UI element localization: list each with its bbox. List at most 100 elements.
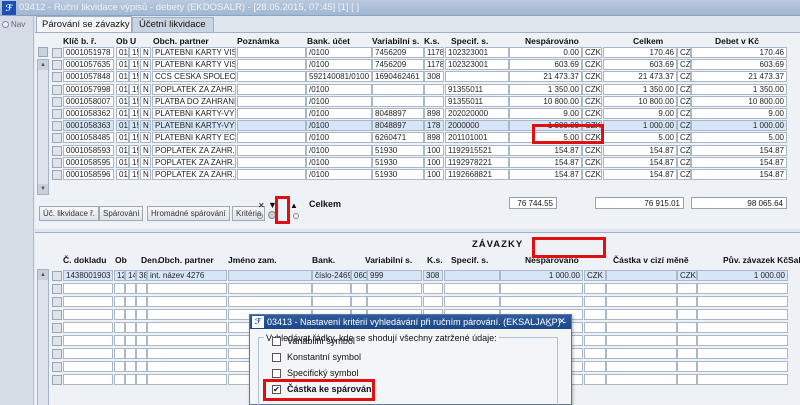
- table-cell[interactable]: 15: [129, 83, 139, 95]
- col-header-debet[interactable]: Debet v Kč: [715, 36, 759, 46]
- table-cell[interactable]: 15: [129, 59, 139, 71]
- table-cell[interactable]: POPLATEK ZA ZAHR.: [152, 169, 236, 180]
- table-cell[interactable]: [237, 156, 306, 168]
- table-cell[interactable]: [63, 348, 113, 359]
- table-cell[interactable]: 154.87: [509, 156, 582, 168]
- table-cell[interactable]: 15: [129, 71, 139, 83]
- table-cell[interactable]: CZK: [582, 95, 602, 107]
- table-cell[interactable]: [677, 361, 697, 372]
- table-cell[interactable]: [372, 83, 424, 95]
- table-cell[interactable]: [147, 361, 227, 372]
- row-select-button[interactable]: [52, 133, 62, 144]
- table-cell[interactable]: 1 000.00: [500, 270, 583, 281]
- table-cell[interactable]: 5.00: [691, 132, 787, 144]
- table-cell[interactable]: [237, 108, 306, 119]
- table-cell[interactable]: 201101001: [445, 132, 509, 144]
- table-cell[interactable]: [114, 335, 125, 346]
- checkbox-konstantni[interactable]: [272, 353, 281, 362]
- table-cell[interactable]: [584, 283, 606, 294]
- row-select-button[interactable]: [52, 48, 62, 58]
- table-cell[interactable]: 51930: [372, 169, 424, 180]
- table-cell[interactable]: 0001058593: [63, 144, 114, 156]
- table-cell[interactable]: [136, 335, 147, 346]
- table-cell[interactable]: [237, 169, 306, 180]
- col-header-variabilni[interactable]: Variabilní s.: [372, 36, 419, 46]
- table-cell[interactable]: [237, 59, 306, 71]
- table-cell[interactable]: [606, 270, 677, 281]
- table-cell[interactable]: 0001058362: [63, 108, 114, 119]
- table-cell[interactable]: /0100: [306, 144, 372, 156]
- table-cell[interactable]: [237, 132, 306, 144]
- row-select-button[interactable]: [52, 72, 62, 83]
- table-cell[interactable]: 01: [116, 83, 129, 95]
- table-cell[interactable]: 898: [424, 108, 444, 119]
- table-cell[interactable]: 592140081/0100: [306, 71, 372, 83]
- table-cell[interactable]: [147, 309, 227, 320]
- table-cell[interactable]: 154.87: [603, 156, 677, 168]
- table-cell[interactable]: [228, 283, 312, 294]
- table-cell[interactable]: CZK: [677, 71, 691, 83]
- table-cell[interactable]: [584, 335, 606, 346]
- top-grid-scrollbar[interactable]: ▲ ▼: [37, 59, 49, 195]
- table-cell[interactable]: /0100: [306, 95, 372, 107]
- table-cell[interactable]: 01: [116, 169, 129, 180]
- table-cell[interactable]: 380: [136, 270, 147, 281]
- table-cell[interactable]: N: [140, 71, 151, 83]
- table-cell[interactable]: 10 800.00: [691, 95, 787, 107]
- col-header-nesparovano[interactable]: Nespárováno: [525, 36, 579, 46]
- table-cell[interactable]: 7456209: [372, 47, 424, 58]
- table-cell[interactable]: 21 473.37: [603, 71, 677, 83]
- table-cell[interactable]: 5.00: [603, 132, 677, 144]
- table-cell[interactable]: 0001057998: [63, 83, 114, 95]
- table-cell[interactable]: [147, 283, 227, 294]
- zav-col-specif[interactable]: Specif. s.: [451, 255, 488, 265]
- table-cell[interactable]: [237, 83, 306, 95]
- table-cell[interactable]: 51930: [372, 144, 424, 156]
- table-cell[interactable]: PLATEBNI KARTY-VYB: [152, 108, 236, 119]
- table-cell[interactable]: PLATEBNI KARTY EC/M: [152, 132, 236, 144]
- table-cell[interactable]: [444, 270, 500, 281]
- table-cell[interactable]: 100: [424, 156, 444, 168]
- row-select-button[interactable]: [52, 109, 62, 119]
- table-cell[interactable]: [423, 296, 443, 307]
- table-cell[interactable]: 15: [129, 95, 139, 107]
- zav-col-ks[interactable]: K.s.: [427, 255, 443, 265]
- table-cell[interactable]: [125, 309, 136, 320]
- table-cell[interactable]: N: [140, 120, 151, 132]
- table-cell[interactable]: CZK: [582, 71, 602, 83]
- table-cell[interactable]: N: [140, 169, 151, 180]
- table-cell[interactable]: [312, 283, 351, 294]
- table-cell[interactable]: [697, 296, 788, 307]
- zav-col-puv-zavazek[interactable]: Pův. závazek Kč: [723, 255, 788, 265]
- table-cell[interactable]: CZK: [677, 108, 691, 119]
- table-cell[interactable]: 9.00: [691, 108, 787, 119]
- table-cell[interactable]: N: [140, 83, 151, 95]
- table-cell[interactable]: [606, 309, 677, 320]
- table-cell[interactable]: 15: [129, 169, 139, 180]
- table-cell[interactable]: CZK: [677, 156, 691, 168]
- bottom-scroll-up-icon[interactable]: ▲: [38, 270, 48, 280]
- table-cell[interactable]: 154.87: [509, 169, 582, 180]
- table-cell[interactable]: [584, 309, 606, 320]
- col-header-specif[interactable]: Specif. s.: [451, 36, 488, 46]
- table-cell[interactable]: 10 800.00: [603, 95, 677, 107]
- row-select-button[interactable]: [52, 60, 62, 71]
- table-cell[interactable]: 01: [116, 95, 129, 107]
- checkbox-variabilni[interactable]: [272, 337, 281, 346]
- table-cell[interactable]: 154.87: [691, 144, 787, 156]
- table-cell[interactable]: [63, 296, 113, 307]
- checkbox-specificky[interactable]: [272, 369, 281, 378]
- table-cell[interactable]: 10 800.00: [509, 95, 582, 107]
- row-select-button[interactable]: [52, 145, 62, 156]
- table-cell[interactable]: [147, 322, 227, 333]
- table-cell[interactable]: 0001058007: [63, 95, 114, 107]
- row-select-button[interactable]: [52, 284, 62, 294]
- table-cell[interactable]: 01: [116, 144, 129, 156]
- table-cell[interactable]: CZK: [582, 83, 602, 95]
- table-cell[interactable]: 603.69: [691, 59, 787, 71]
- table-cell[interactable]: 1 350.00: [691, 83, 787, 95]
- table-cell[interactable]: [584, 322, 606, 333]
- table-cell[interactable]: CZK: [677, 169, 691, 180]
- table-cell[interactable]: 603.69: [509, 59, 582, 71]
- row-select-button[interactable]: [52, 271, 62, 281]
